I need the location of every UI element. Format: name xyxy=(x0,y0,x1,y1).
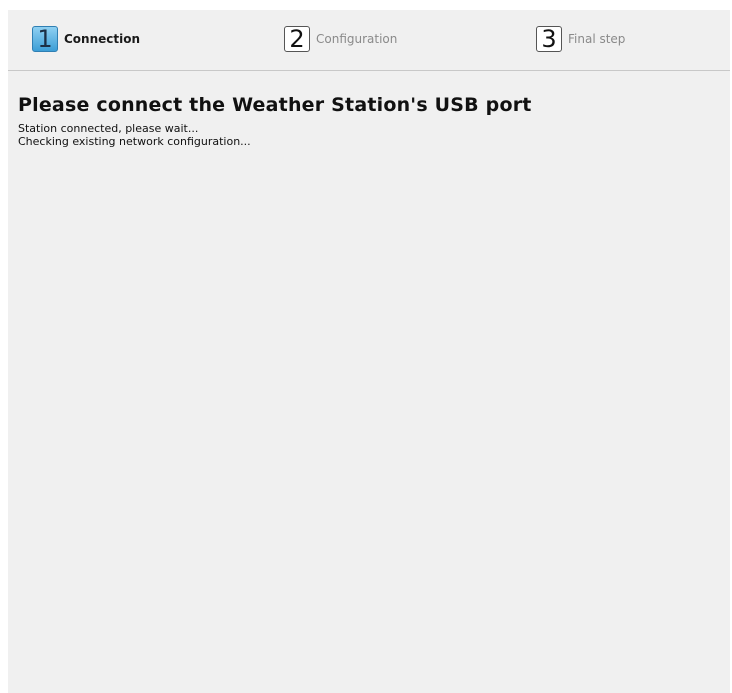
step-3-number-icon: 3 xyxy=(536,26,562,52)
step-1-label: Connection xyxy=(64,32,141,46)
wizard-window: 1 Connection 2 Configuration 3 Final ste… xyxy=(8,10,730,693)
step-2-label: Configuration xyxy=(316,32,398,46)
step-configuration: 2 Configuration xyxy=(284,24,397,54)
page-title: Please connect the Weather Station's USB… xyxy=(18,94,532,116)
main-content: Please connect the Weather Station's USB… xyxy=(18,94,718,148)
status-line: Station connected, please wait... xyxy=(18,122,199,135)
step-final: 3 Final step xyxy=(536,24,625,54)
step-connection: 1 Connection xyxy=(32,24,140,54)
step-3-label: Final step xyxy=(568,32,626,46)
status-line: Checking existing network configuration.… xyxy=(18,135,251,148)
wizard-steps-bar: 1 Connection 2 Configuration 3 Final ste… xyxy=(8,10,730,71)
step-1-number-icon: 1 xyxy=(32,26,58,52)
status-messages: Station connected, please wait... Checki… xyxy=(18,122,718,148)
step-2-number-icon: 2 xyxy=(284,26,310,52)
